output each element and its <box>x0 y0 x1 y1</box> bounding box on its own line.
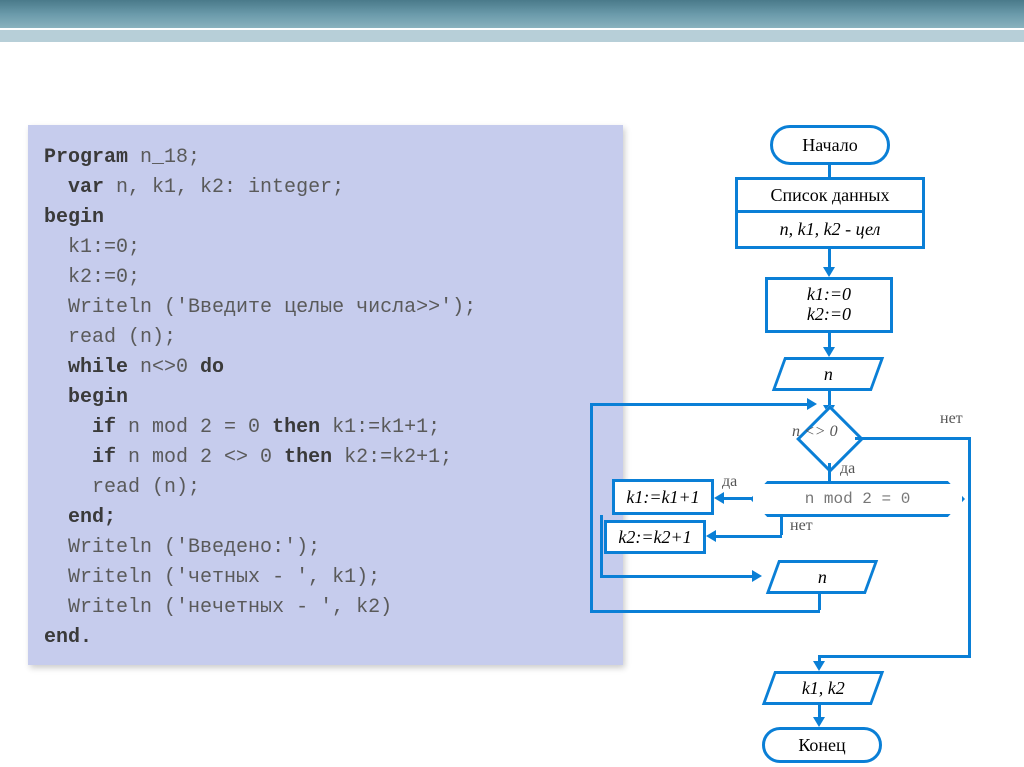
code-string: 'четных - ' <box>176 566 308 589</box>
code-text: k2:=0; <box>68 266 140 289</box>
connector <box>722 497 752 500</box>
label-yes: да <box>840 460 855 478</box>
code-text: Writeln ( <box>68 296 176 319</box>
connector <box>590 403 593 613</box>
arrow-icon <box>823 347 835 357</box>
kw-do: do <box>200 356 224 379</box>
flow-decision-2: n mod 2 = 0 <box>750 481 965 517</box>
kw-program: Program <box>44 146 128 169</box>
code-text: n<>0 <box>128 356 200 379</box>
code-text: ); <box>452 296 476 319</box>
code-text: read (n); <box>68 326 176 349</box>
code-string: 'Введено:' <box>176 536 296 559</box>
flow-init2: k2:=0 <box>807 305 851 325</box>
flow-start: Начало <box>770 125 890 165</box>
flow-start-label: Начало <box>802 135 857 156</box>
code-text: k2:=k2+1; <box>332 446 452 469</box>
code-text: n_18; <box>128 146 200 169</box>
code-text: ); <box>296 536 320 559</box>
connector <box>855 437 970 440</box>
arrow-icon <box>706 530 716 542</box>
flow-k2inc: k2:=k2+1 <box>604 520 706 554</box>
arrow-icon <box>813 661 825 671</box>
code-text: Writeln ( <box>68 536 176 559</box>
flow-k2inc-label: k2:=k2+1 <box>618 527 691 548</box>
flow-input-n-label: n <box>824 364 833 385</box>
arrow-icon <box>714 492 724 504</box>
connector <box>828 463 831 481</box>
flow-datalist-label: Список данных <box>770 185 889 206</box>
connector <box>818 655 971 658</box>
flow-init: k1:=0 k2:=0 <box>765 277 893 333</box>
arrow-icon <box>752 570 762 582</box>
code-text: n mod 2 = 0 <box>116 416 272 439</box>
code-text: , k1); <box>308 566 380 589</box>
arrow-icon <box>813 717 825 727</box>
code-text: read (n); <box>92 476 200 499</box>
kw-endp: end. <box>44 626 92 649</box>
flow-vars-label: n, k1, k2 - цел <box>780 219 881 240</box>
slide-border-sub <box>0 30 1024 42</box>
flow-init1: k1:=0 <box>807 285 851 305</box>
flow-cond2-label: n mod 2 = 0 <box>753 484 962 514</box>
flow-cond1-label: n <> 0 <box>792 423 838 441</box>
code-text: , k2) <box>332 596 392 619</box>
kw-begin2: begin <box>68 386 128 409</box>
kw-begin: begin <box>44 206 104 229</box>
connector <box>968 437 971 655</box>
connector <box>590 610 820 613</box>
flow-output-label: k1, k2 <box>802 678 845 699</box>
connector <box>600 515 603 575</box>
kw-while: while <box>68 356 128 379</box>
flow-end: Конец <box>762 727 882 763</box>
code-text: Writeln ( <box>68 566 176 589</box>
code-text: k1:=k1+1; <box>320 416 440 439</box>
connector <box>780 517 783 535</box>
code-text: n mod 2 <> 0 <box>116 446 284 469</box>
label-no2: нет <box>790 517 813 535</box>
code-text: Writeln ( <box>68 596 176 619</box>
arrow-icon <box>823 267 835 277</box>
connector <box>828 165 831 177</box>
kw-end: end; <box>68 506 116 529</box>
code-listing: Program n_18; var n, k1, k2: integer; be… <box>28 125 623 665</box>
flow-k1inc-label: k1:=k1+1 <box>626 487 699 508</box>
code-text: k1:=0; <box>68 236 140 259</box>
slide-border-top <box>0 0 1024 30</box>
kw-if2: if <box>92 446 116 469</box>
flow-end-label: Конец <box>798 735 845 756</box>
flow-input-n2: n <box>766 560 878 594</box>
kw-var: var <box>68 176 104 199</box>
kw-then2: then <box>284 446 332 469</box>
flow-datalist: Список данных <box>735 177 925 213</box>
code-text: n, k1, k2: integer; <box>104 176 344 199</box>
flow-vars: n, k1, k2 - цел <box>735 213 925 249</box>
flow-input-n2-label: n <box>818 567 827 588</box>
code-string: 'нечетных - ' <box>176 596 332 619</box>
flowchart: Начало Список данных n, k1, k2 - цел k1:… <box>650 125 1010 755</box>
connector <box>818 594 821 610</box>
flow-k1inc: k1:=k1+1 <box>612 479 714 515</box>
connector <box>600 575 755 578</box>
flow-input-n: n <box>772 357 884 391</box>
flow-output: k1, k2 <box>762 671 884 705</box>
label-no: нет <box>940 410 963 428</box>
arrow-icon <box>807 398 817 410</box>
kw-then: then <box>272 416 320 439</box>
label-yes2: да <box>722 473 737 491</box>
connector <box>714 535 782 538</box>
connector <box>590 403 810 406</box>
kw-if: if <box>92 416 116 439</box>
code-string: 'Введите целые числа>>' <box>176 296 452 319</box>
